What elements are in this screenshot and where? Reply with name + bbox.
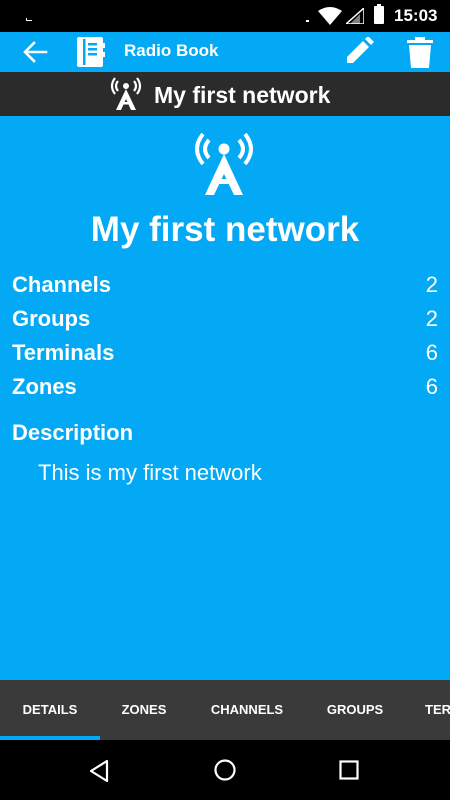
- network-header: My first network: [0, 72, 450, 116]
- back-arrow-icon[interactable]: [22, 40, 48, 64]
- nav-home-icon[interactable]: [214, 759, 236, 781]
- book-icon[interactable]: [74, 36, 106, 68]
- radio-tower-icon: [195, 132, 253, 195]
- nav-recents-icon[interactable]: [339, 760, 359, 780]
- stat-label: Groups: [12, 306, 91, 331]
- status-time: 15:03: [394, 6, 438, 25]
- description-text: This is my first network: [38, 460, 262, 485]
- tab-zones[interactable]: ZONES: [100, 680, 188, 740]
- notification-icon: [26, 18, 32, 21]
- tab-details[interactable]: DETAILS: [0, 680, 100, 740]
- stat-value: 2: [425, 272, 438, 297]
- wifi-icon: [318, 7, 342, 25]
- system-nav-bar: [0, 740, 450, 800]
- app-title: Radio Book: [124, 41, 219, 60]
- status-bar: 15:03: [0, 0, 450, 32]
- stat-row-zones: Zones 6: [12, 372, 438, 406]
- stat-value: 6: [425, 340, 438, 365]
- tab-channels[interactable]: CHANNELS: [188, 680, 306, 740]
- app-bar: Radio Book: [0, 32, 450, 72]
- details-panel: My first network Channels 2 Groups 2 Ter…: [0, 116, 450, 680]
- stat-row-terminals: Terminals 6: [12, 338, 438, 372]
- cell-signal-icon: [346, 8, 364, 24]
- stat-label: Terminals: [12, 340, 115, 365]
- battery-icon: [374, 4, 384, 24]
- stat-label: Channels: [12, 272, 112, 297]
- delete-trash-icon[interactable]: [405, 36, 435, 68]
- tab-terminals[interactable]: TERMINALS: [404, 680, 450, 740]
- stats-list: Channels 2 Groups 2 Terminals 6 Zones 6: [12, 270, 438, 406]
- status-dot-icon: [306, 20, 309, 22]
- stat-value: 6: [425, 374, 438, 399]
- radio-tower-icon: [110, 77, 142, 110]
- stat-row-channels: Channels 2: [12, 270, 438, 304]
- description-title: Description: [12, 420, 134, 445]
- tab-bar: DETAILS ZONES CHANNELS GROUPS TERMINALS: [0, 680, 450, 740]
- stat-label: Zones: [12, 374, 77, 399]
- stat-value: 2: [425, 306, 438, 331]
- stat-row-groups: Groups 2: [12, 304, 438, 338]
- network-header-title: My first network: [154, 82, 331, 108]
- edit-pencil-icon[interactable]: [344, 37, 376, 67]
- tab-groups[interactable]: GROUPS: [306, 680, 404, 740]
- network-name: My first network: [90, 210, 360, 249]
- nav-back-icon[interactable]: [88, 759, 110, 783]
